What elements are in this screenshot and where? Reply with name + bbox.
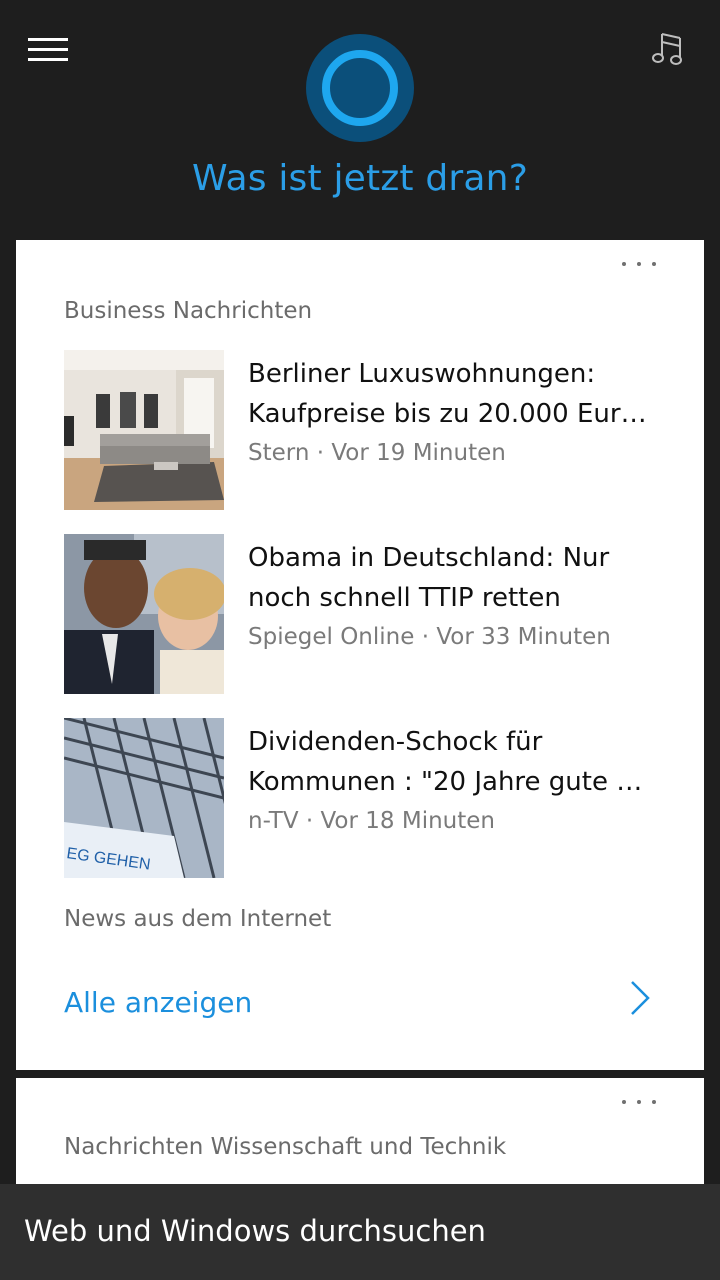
news-item-dividenden[interactable]: EG GEHEN Dividenden-Schock für Kommunen … xyxy=(64,718,664,878)
news-item-luxuswohnungen[interactable]: Berliner Luxuswohnungen: Kaufpreise bis … xyxy=(64,350,664,510)
news-thumbnail-politicians xyxy=(64,534,224,694)
news-thumbnail-glass-roof: EG GEHEN xyxy=(64,718,224,878)
news-item-obama[interactable]: Obama in Deutschland: Nur noch schnell T… xyxy=(64,534,664,694)
more-options-icon[interactable] xyxy=(622,258,656,270)
more-options-icon[interactable] xyxy=(622,1096,656,1108)
card-title: Nachrichten Wissenschaft und Technik xyxy=(64,1134,507,1160)
news-source-time: Stern · Vor 19 Minuten xyxy=(248,440,506,466)
music-note-icon[interactable] xyxy=(650,28,694,68)
news-source-time: Spiegel Online · Vor 33 Minuten xyxy=(248,624,611,650)
search-placeholder: Web und Windows durchsuchen xyxy=(24,1214,486,1248)
science-news-card: Nachrichten Wissenschaft und Technik xyxy=(16,1078,704,1198)
news-headline: Berliner Luxuswohnungen: Kaufpreise bis … xyxy=(248,359,647,429)
show-all-link[interactable]: Alle anzeigen xyxy=(64,986,252,1019)
chevron-right-icon[interactable] xyxy=(628,980,652,1016)
card-title: Business Nachrichten xyxy=(64,298,313,324)
cortana-logo-icon[interactable] xyxy=(306,34,414,142)
search-bar[interactable]: Web und Windows durchsuchen xyxy=(0,1184,720,1280)
business-news-card: Business Nachrichten Berliner Luxuswohnu… xyxy=(16,240,704,1070)
news-source-time: n-TV · Vor 18 Minuten xyxy=(248,808,495,834)
news-thumbnail-living-room xyxy=(64,350,224,510)
news-headline: Dividenden-Schock für Kommunen : "20 Jah… xyxy=(248,727,643,797)
hamburger-menu-icon[interactable] xyxy=(28,38,68,62)
news-source-note: News aus dem Internet xyxy=(64,906,332,932)
cortana-greeting: Was ist jetzt dran? xyxy=(191,158,529,199)
cortana-header: Was ist jetzt dran? xyxy=(0,0,720,240)
news-headline: Obama in Deutschland: Nur noch schnell T… xyxy=(248,543,610,613)
